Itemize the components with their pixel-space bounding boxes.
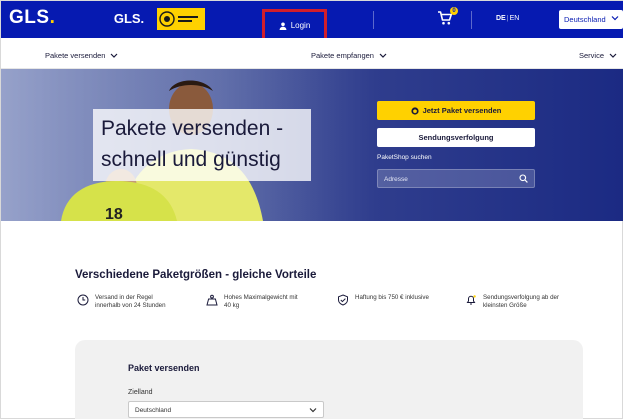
logo-text: GLS [9, 7, 50, 28]
address-search-input[interactable]: Adresse [377, 169, 535, 188]
lang-en[interactable]: EN [510, 15, 520, 22]
paketshop-label: PaketShop suchen [377, 154, 432, 161]
country-select-value: Deutschland [564, 15, 606, 24]
nav-item-pakete-empfangen[interactable]: Pakete empfangen [311, 51, 387, 60]
chevron-down-icon [609, 53, 617, 58]
nav-item-label: Pakete empfangen [311, 51, 374, 60]
feature-line: innerhalb von 24 Stunden [95, 302, 166, 309]
gls-badge: GLS. [105, 8, 153, 30]
send-package-label: Jetzt Paket versenden [422, 106, 502, 115]
divider [373, 11, 374, 29]
country-select[interactable]: Deutschland [559, 10, 623, 29]
nav-item-service[interactable]: Service [579, 51, 617, 60]
hero-subheadline: schnell und günstig [101, 148, 281, 171]
cart-count-badge: 0 [450, 7, 458, 15]
login-label: Login [290, 21, 311, 30]
lang-separator: | [506, 15, 509, 22]
feature-text: Haftung bis 750 € inklusive [355, 294, 429, 302]
form-title: Paket versenden [128, 363, 200, 373]
feature-item: Versand in der Regel innerhalb von 24 St… [77, 294, 166, 310]
nav-item-label: Pakete versenden [45, 51, 106, 60]
page: GLS. 0 DE|EN Deutschland Login Pakete ve… [0, 0, 623, 419]
clock-icon [77, 294, 89, 306]
address-placeholder: Adresse [384, 176, 408, 183]
feature-line: Hohes Maximalgewicht mit [224, 294, 298, 301]
logo-dot: . [49, 7, 56, 28]
divider [471, 11, 472, 29]
package-icon [410, 106, 419, 115]
weight-icon [206, 294, 218, 306]
feature-line: Haftung bis 750 € inklusive [355, 294, 429, 301]
chevron-down-icon [611, 16, 619, 21]
feature-item: Sendungsverfolgung ab der kleinsten Größ… [465, 294, 559, 310]
feature-line: Sendungsverfolgung ab der [483, 294, 560, 301]
chevron-down-icon [379, 53, 387, 58]
gls-logo[interactable]: GLS. [9, 7, 55, 29]
destination-value: Deutschland [135, 407, 172, 414]
features-title: Verschiedene Paketgrößen - gleiche Vorte… [75, 269, 317, 281]
tracking-label: Sendungsverfolgung [418, 133, 494, 142]
send-package-button[interactable]: Jetzt Paket versenden [377, 101, 535, 120]
feature-item: Hohes Maximalgewicht mit 40 kg [206, 294, 298, 310]
bvb-logo-icon [159, 11, 198, 27]
chevron-down-icon [111, 53, 118, 58]
feature-text: Sendungsverfolgung ab der kleinsten Größ… [483, 294, 559, 310]
shield-icon [338, 294, 348, 306]
nav-item-pakete-versenden[interactable]: Pakete versenden [45, 51, 118, 60]
lang-de[interactable]: DE [496, 15, 506, 22]
feature-text: Versand in der Regel innerhalb von 24 St… [95, 294, 166, 310]
tracking-button[interactable]: Sendungsverfolgung [377, 128, 535, 147]
partner-logo [157, 8, 205, 30]
chevron-down-icon [309, 408, 317, 413]
main-navigation: Pakete versenden Pakete empfangen Servic… [1, 38, 623, 69]
search-icon[interactable] [519, 174, 528, 183]
feature-text: Hohes Maximalgewicht mit 40 kg [224, 294, 298, 310]
nav-item-label: Service [579, 51, 605, 60]
feature-line: 40 kg [224, 302, 240, 309]
feature-line: kleinsten Größe [483, 302, 527, 309]
destination-label: Zielland [128, 389, 153, 396]
feature-item: Haftung bis 750 € inklusive [337, 294, 429, 306]
hero-headline: Pakete versenden - [101, 117, 284, 140]
bell-icon [466, 295, 476, 305]
svg-text:18: 18 [105, 206, 123, 221]
feature-line: Versand in der Regel [95, 294, 153, 301]
language-switcher: DE|EN [496, 15, 519, 22]
destination-country-select[interactable]: Deutschland [128, 401, 324, 418]
user-icon [279, 22, 287, 30]
